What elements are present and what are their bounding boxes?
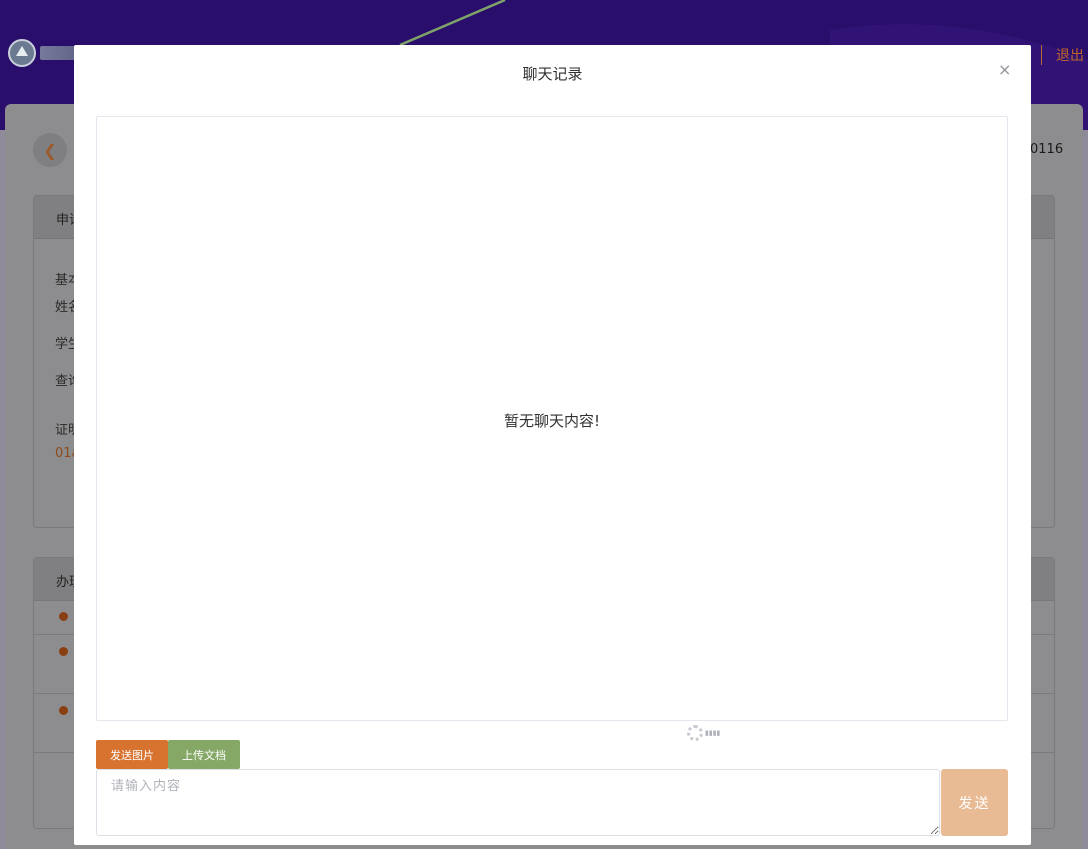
watermark-logo: ▮▮▮▮: [687, 725, 720, 741]
gear-icon: [687, 725, 703, 741]
message-input[interactable]: [96, 769, 940, 836]
close-icon[interactable]: ×: [998, 62, 1011, 78]
logo-emblem-icon: [8, 39, 36, 67]
header-divider: [1041, 45, 1042, 65]
chat-history-dialog: 聊天记录 × 暂无聊天内容! ▮▮▮▮ 发送图片 上传文档 发送: [74, 45, 1031, 845]
upload-document-button[interactable]: 上传文档: [168, 740, 240, 769]
application-id: 0116: [1030, 142, 1064, 157]
watermark-mark: ▮▮▮▮: [705, 729, 721, 737]
chat-message-area[interactable]: 暂无聊天内容!: [96, 116, 1008, 721]
timeline-dot: [59, 706, 68, 715]
timeline-dot: [59, 647, 68, 656]
logout-link[interactable]: 退出: [1056, 45, 1084, 65]
chevron-left-icon: ❮: [43, 140, 57, 160]
send-image-button[interactable]: 发送图片: [96, 740, 168, 769]
dialog-title: 聊天记录: [522, 65, 583, 83]
back-button[interactable]: ❮: [33, 133, 67, 167]
header-actions: 退出: [1041, 42, 1088, 68]
timeline-dot: [59, 612, 68, 621]
send-button[interactable]: 发送: [941, 769, 1008, 836]
empty-chat-message: 暂无聊天内容!: [503, 412, 600, 430]
